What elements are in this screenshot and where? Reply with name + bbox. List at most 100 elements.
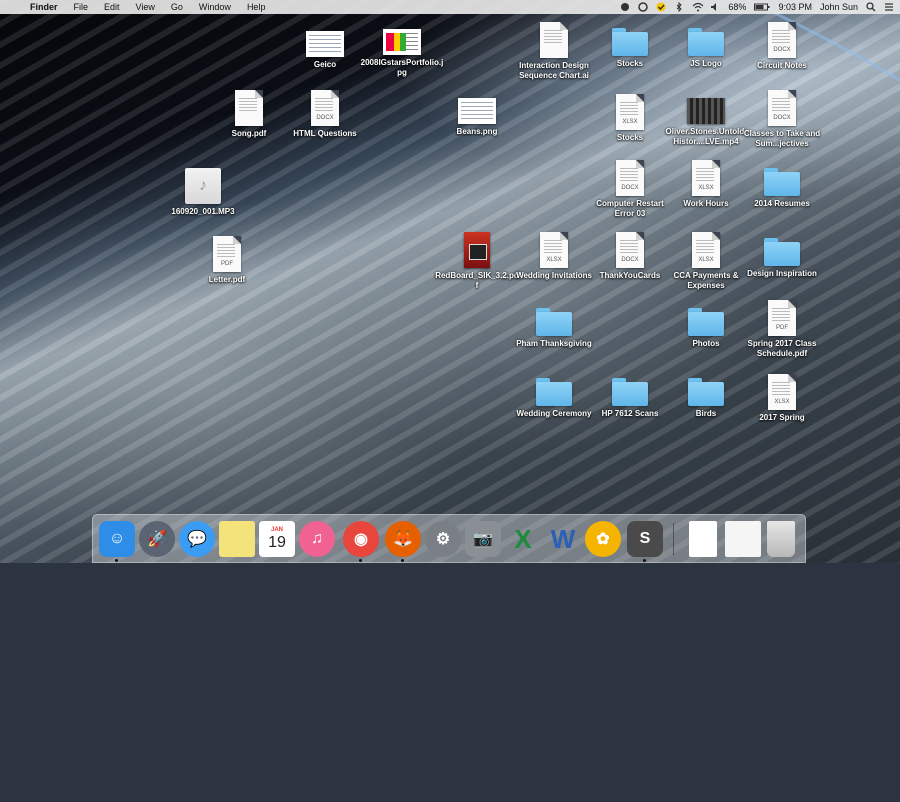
battery-icon[interactable] [754, 2, 770, 12]
document-icon [540, 22, 568, 58]
desktop-icon[interactable]: Beans.png [435, 94, 519, 137]
desktop-icon-label: Song.pdf [231, 129, 267, 138]
desktop-icon[interactable]: Pham Thanksgiving [512, 304, 596, 349]
firefox-icon[interactable]: 🦊 [385, 521, 421, 562]
volume-icon[interactable] [710, 2, 720, 12]
menu-help[interactable]: Help [239, 0, 274, 14]
menu-go[interactable]: Go [163, 0, 191, 14]
menu-view[interactable]: View [128, 0, 163, 14]
desktop-icon[interactable]: PDF Letter.pdf [185, 236, 269, 285]
desktop-icon[interactable]: DOCX Classes to Take and Sum...jectives [740, 90, 824, 149]
menu-edit[interactable]: Edit [96, 0, 128, 14]
notes-icon[interactable] [219, 521, 255, 557]
desktop-icon[interactable]: Stocks [588, 24, 672, 69]
spotlight-search-icon[interactable] [866, 2, 876, 12]
desktop-icon[interactable]: DOCX HTML Questions [283, 90, 367, 139]
desktop-icon-label: Oliver.Stones.Untold.Histor....LVE.mp4 [665, 127, 747, 146]
desktop-icon-label: Letter.pdf [208, 275, 246, 284]
menu-bar: Finder File Edit View Go Window Help 68%… [0, 0, 900, 14]
desktop-icon[interactable]: RedBoard_SIK_3.2.pdf [435, 232, 519, 291]
running-indicator [115, 559, 118, 562]
desktop-icon[interactable]: XLSX Work Hours [664, 160, 748, 209]
menu-file[interactable]: File [66, 0, 97, 14]
messages-icon[interactable]: 💬 [179, 521, 215, 557]
bluetooth-icon[interactable] [674, 1, 684, 13]
menu-window[interactable]: Window [191, 0, 239, 14]
document-icon: DOCX [616, 232, 644, 268]
document-icon: XLSX [768, 374, 796, 410]
desktop-icon[interactable]: XLSX Stocks [588, 94, 672, 143]
desktop-icon[interactable]: Song.pdf [207, 90, 291, 139]
launchpad-icon[interactable]: 🚀 [139, 521, 175, 557]
desktop-icon[interactable]: Interaction Design Sequence Chart.ai [512, 22, 596, 81]
wifi-icon[interactable] [692, 2, 704, 12]
desktop-icon[interactable]: PDF Spring 2017 Class Schedule.pdf [740, 300, 824, 359]
menu-app-finder[interactable]: Finder [22, 0, 66, 14]
desktop-icon[interactable]: 2008IGstarsPortfolio.jpg [360, 25, 444, 78]
desktop-icon[interactable]: HP 7612 Scans [588, 374, 672, 419]
recent-document-stack-icon[interactable] [689, 521, 717, 557]
evernote-icon[interactable] [620, 2, 630, 12]
running-indicator [401, 559, 404, 562]
desktop-icon[interactable]: Oliver.Stones.Untold.Histor....LVE.mp4 [664, 94, 748, 147]
desktop-icon[interactable]: Birds [664, 374, 748, 419]
desktop-icon[interactable]: Photos [664, 304, 748, 349]
pdf-book-icon [464, 232, 490, 268]
desktop-icon-label: 2017 Spring [759, 413, 805, 422]
desktop-icon-label: 2014 Resumes [754, 199, 810, 208]
finder-icon[interactable]: ☺ [99, 521, 135, 562]
notification-center-icon[interactable] [884, 2, 894, 12]
document-icon: DOCX [768, 90, 796, 126]
calendar-icon[interactable]: JAN 19 [259, 521, 295, 557]
word-icon[interactable]: W [545, 521, 581, 557]
preview-icon[interactable]: 📷 [465, 521, 501, 557]
desktop-icon[interactable]: XLSX 2017 Spring [740, 374, 824, 423]
desktop-icon-label: CCA Payments & Expenses [673, 271, 739, 290]
desktop-icon[interactable]: Design Inspiration [740, 234, 824, 279]
desktop-icon[interactable]: DOCX Circuit Notes [740, 22, 824, 71]
desktop-icon[interactable]: XLSX CCA Payments & Expenses [664, 232, 748, 291]
calendar-month: JAN [270, 527, 283, 533]
norton-check-icon[interactable] [656, 2, 666, 12]
document-icon [235, 90, 263, 126]
desktop-icon-label: Geico [313, 60, 337, 69]
folder-icon [612, 28, 648, 56]
desktop-icon[interactable]: Geico [283, 27, 367, 70]
dock-separator [673, 523, 674, 555]
running-indicator [643, 559, 646, 562]
trash-icon[interactable] [767, 521, 795, 557]
document-icon: XLSX [540, 232, 568, 268]
battery-percent[interactable]: 68% [728, 2, 746, 12]
desktop-icon[interactable]: ♪ 160920_001.MP3 [161, 168, 245, 217]
desktop-icon[interactable]: DOCX Computer Restart Error 03 [588, 160, 672, 219]
desktop-icon-label: Circuit Notes [757, 61, 807, 70]
desktop-icon[interactable]: 2014 Resumes [740, 164, 824, 209]
apple-menu-icon[interactable] [8, 0, 18, 14]
itunes-icon[interactable]: ♫ [299, 521, 335, 557]
chrome-icon[interactable]: ◉ [343, 521, 379, 562]
desktop-icon-label: RedBoard_SIK_3.2.pdf [435, 271, 519, 290]
user-name[interactable]: John Sun [820, 2, 858, 12]
desktop-icon[interactable]: JS Logo [664, 24, 748, 69]
desktop-icon-label: 2008IGstarsPortfolio.jpg [360, 58, 444, 77]
clock[interactable]: 9:03 PM [778, 2, 812, 12]
desktop-icon-label: Work Hours [683, 199, 729, 208]
sublime-text-icon[interactable]: S [627, 521, 663, 562]
folder-icon [612, 378, 648, 406]
photos-icon[interactable]: ✿ [585, 521, 621, 557]
excel-icon[interactable]: X [505, 521, 541, 557]
desktop-icon[interactable]: XLSX Wedding Invitations [512, 232, 596, 281]
creative-cloud-icon[interactable] [638, 2, 649, 12]
document-icon: DOCX [616, 160, 644, 196]
folder-icon [688, 28, 724, 56]
desktop-icon-label: Classes to Take and Sum...jectives [743, 129, 821, 148]
system-preferences-icon[interactable]: ⚙ [425, 521, 461, 557]
desktop-icon[interactable]: Wedding Ceremony [512, 374, 596, 419]
desktop-icon-label: 160920_001.MP3 [171, 207, 235, 216]
desktop-icon-label: Computer Restart Error 03 [596, 199, 664, 218]
document-icon: XLSX [692, 232, 720, 268]
desktop-icon[interactable]: DOCX ThankYouCards [588, 232, 672, 281]
desktop-icon-label: HP 7612 Scans [601, 409, 659, 418]
calendar-day: 19 [268, 534, 286, 551]
downloads-stack-icon[interactable] [725, 521, 761, 557]
